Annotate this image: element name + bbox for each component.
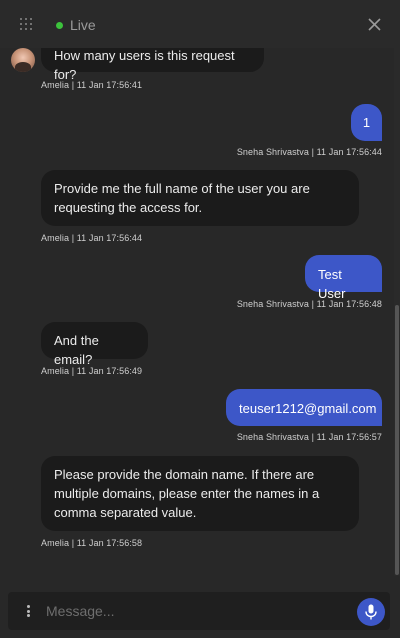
message-meta: Amelia | 11 Jan 17:56:41 xyxy=(41,80,143,90)
message-meta: Sneha Shrivastva | 11 Jan 17:56:44 xyxy=(236,147,382,157)
message-text: How many users is this request for? xyxy=(54,48,235,82)
bot-message-bubble: How many users is this request for? xyxy=(41,48,264,82)
message-text: teuser1212@gmail.com xyxy=(239,401,377,416)
message-text: 1 xyxy=(362,115,371,130)
message-text: And the email? xyxy=(54,333,99,367)
message-meta: Amelia | 11 Jan 17:56:44 xyxy=(41,233,143,243)
chat-scrollbar-thumb[interactable] xyxy=(395,305,399,575)
close-icon[interactable] xyxy=(368,18,381,31)
live-status-dot xyxy=(56,22,63,29)
message-text: Provide me the full name of the user you… xyxy=(54,181,310,215)
message-meta: Sneha Shrivastva | 11 Jan 17:56:48 xyxy=(236,299,382,309)
bot-message-bubble: Please provide the domain name. If there… xyxy=(41,456,359,531)
live-status-label: Live xyxy=(70,17,96,33)
message-meta: Amelia | 11 Jan 17:56:58 xyxy=(41,538,143,548)
message-input[interactable] xyxy=(46,600,336,622)
chat-header: Live xyxy=(0,0,400,48)
message-meta: Amelia | 11 Jan 17:56:49 xyxy=(41,366,143,376)
user-message-bubble: teuser1212@gmail.com xyxy=(226,389,382,426)
user-message-bubble: Test User xyxy=(305,255,382,301)
bot-avatar xyxy=(11,48,35,72)
microphone-icon xyxy=(365,604,377,620)
message-text: Please provide the domain name. If there… xyxy=(54,467,320,520)
message-meta: Sneha Shrivastva | 11 Jan 17:56:57 xyxy=(236,432,382,442)
bot-message-bubble: Provide me the full name of the user you… xyxy=(41,170,359,226)
chat-transcript[interactable]: How many users is this request for? Amel… xyxy=(0,48,394,576)
microphone-button[interactable] xyxy=(357,598,385,626)
message-text: Test User xyxy=(318,267,346,301)
bot-message-bubble: And the email? xyxy=(41,322,148,367)
grid-menu-icon[interactable] xyxy=(20,18,32,30)
message-composer xyxy=(8,592,390,630)
more-vertical-icon[interactable] xyxy=(27,605,30,617)
user-message-bubble: 1 xyxy=(351,104,382,141)
